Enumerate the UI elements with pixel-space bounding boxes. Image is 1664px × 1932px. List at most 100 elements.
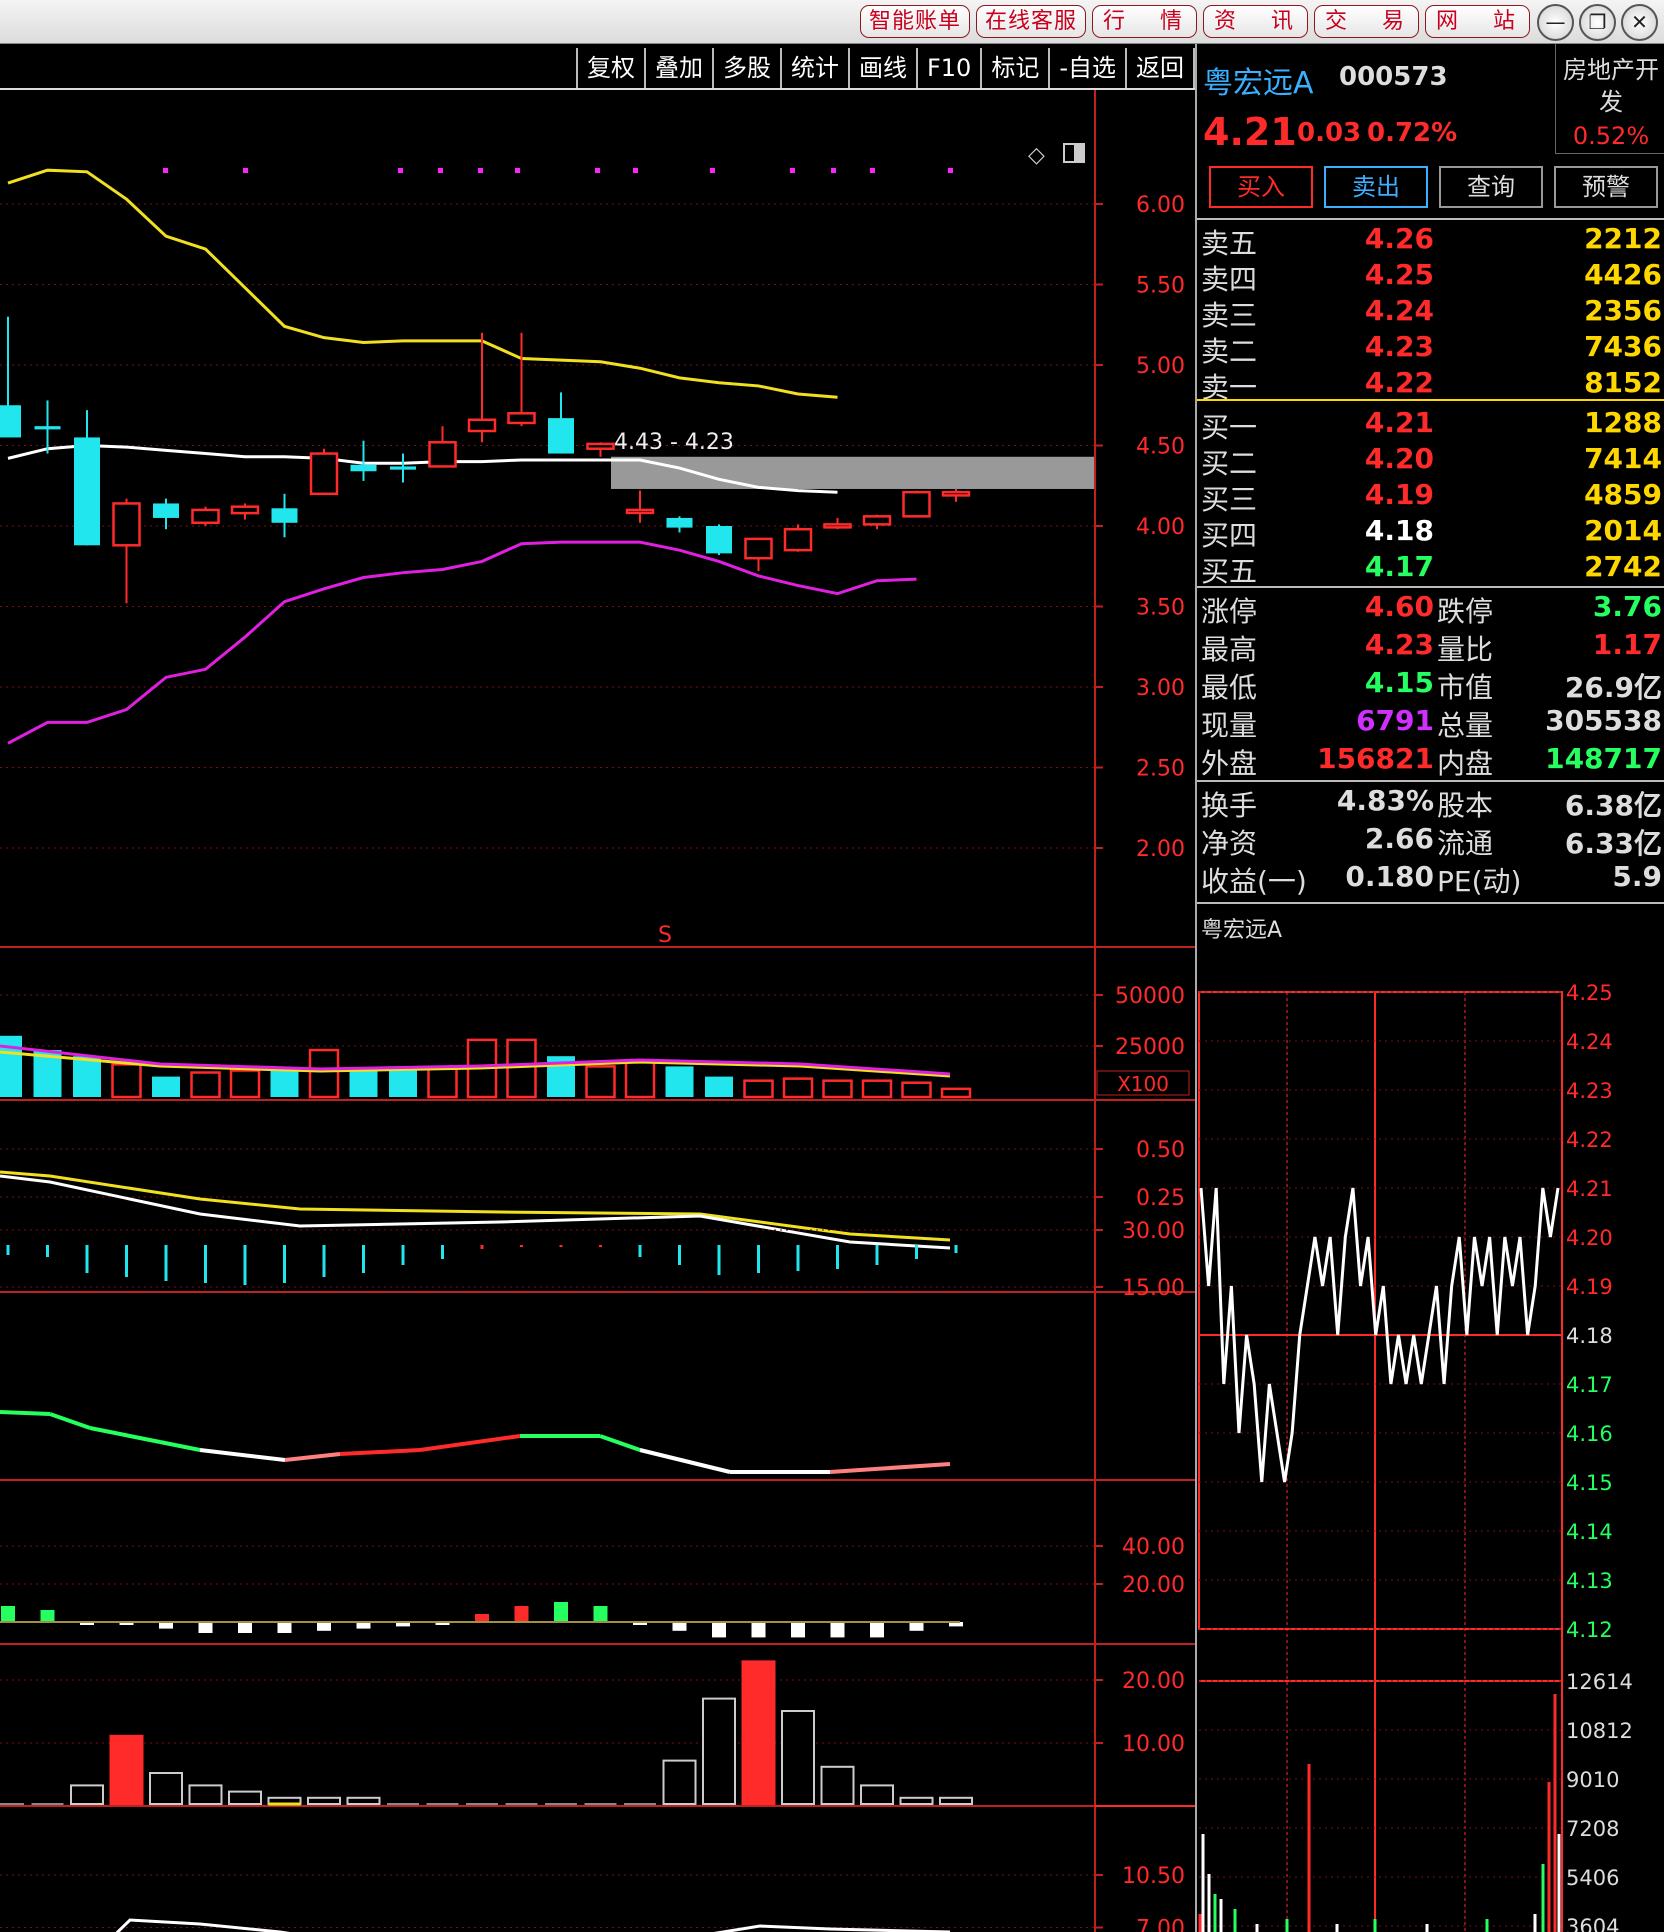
ind4-bar [751, 1622, 766, 1638]
trade-button[interactable]: 交 易 [1314, 5, 1419, 38]
signal-dot [163, 168, 168, 173]
stat-row: 最低 4.15 市值 26.9亿 [1197, 666, 1664, 704]
volume-bar [705, 1076, 733, 1097]
order-row-sell5: 卖五 4.26 2212 [1197, 222, 1664, 260]
intraday-price-label: 4.22 [1566, 1128, 1613, 1152]
order-row-sell1: 卖一 4.22 8152 [1197, 366, 1664, 404]
online-service-button[interactable]: 在线客服 [975, 5, 1086, 38]
candle-body [902, 490, 931, 518]
divider [1197, 902, 1664, 904]
candle-body [271, 508, 298, 523]
candle-body [428, 441, 457, 468]
intraday-price-label: 4.12 [1566, 1618, 1613, 1642]
order-price: 4.20 [1364, 442, 1434, 475]
order-volume: 2212 [1584, 222, 1662, 255]
price-axis-label: 4.50 [1136, 435, 1185, 460]
stat-label: 市值 [1437, 671, 1494, 704]
intraday-price-label: 4.16 [1566, 1422, 1613, 1446]
price-change: 0.03 [1297, 118, 1362, 148]
candle-body [112, 502, 141, 547]
volume-unit: X100 [1117, 1072, 1169, 1096]
intraday-price-label: 4.19 [1566, 1275, 1613, 1299]
ind5-bar [702, 1697, 736, 1805]
kline-chart-area[interactable]: 6.00 5.50 5.00 4.50 4.00 3.50 3.00 2.50 2.00 ◇ 4.4… [0, 44, 1195, 1932]
ind5-bar [820, 1765, 855, 1806]
signal-dot [515, 168, 520, 173]
order-volume: 7414 [1584, 442, 1662, 475]
stat-label: 现量 [1201, 709, 1258, 742]
tool-mark-button[interactable]: 标记 [980, 48, 1048, 88]
tool-draw-button[interactable]: 画线 [847, 48, 916, 88]
stat-value: 148717 [1545, 742, 1662, 775]
signal-dot [633, 168, 638, 173]
tool-stats-button[interactable]: 统计 [779, 48, 848, 88]
volume-bar [111, 1063, 142, 1099]
news-button[interactable]: 资 讯 [1203, 5, 1308, 38]
ind3-line-segment [0, 1410, 51, 1416]
candle-body [744, 537, 773, 560]
sector-name: 房地产开发 [1563, 56, 1659, 116]
volume-bar [190, 1071, 221, 1099]
price-axis-label: 2.00 [1136, 837, 1185, 862]
stat-value: 5.9 [1612, 860, 1662, 893]
intraday-chart[interactable]: 4.25 4.24 4.23 4.22 4.21 4.20 4.19 4.18 4.17 4.16… [1197, 934, 1664, 1932]
macd-axis-label: 0.25 [1136, 1186, 1185, 1211]
ind4-bar [909, 1622, 924, 1631]
intraday-price-label: 4.21 [1566, 1177, 1613, 1201]
candle-body [823, 523, 852, 529]
volume-bar [940, 1087, 972, 1099]
order-row-sell2: 卖二 4.23 7436 [1197, 330, 1664, 368]
market-button[interactable]: 行 情 [1092, 5, 1197, 38]
signal-dot [243, 168, 248, 173]
tool-adjust-button[interactable]: 复权 [575, 48, 644, 88]
signal-dot [948, 168, 953, 173]
divider [1197, 218, 1664, 220]
order-label: 卖三 [1201, 299, 1258, 332]
candle-body [625, 508, 655, 515]
signal-dot [710, 168, 715, 173]
tool-multi-stock-button[interactable]: 多股 [711, 48, 780, 88]
intraday-price-label: 4.25 [1566, 981, 1613, 1005]
buy-button[interactable]: 买入 [1209, 166, 1313, 208]
ind4-axis-label: 40.00 [1122, 1535, 1185, 1560]
order-row-sell4: 卖四 4.25 4426 [1197, 258, 1664, 296]
close-icon[interactable]: ✕ [1621, 4, 1658, 41]
tool-overlay-button[interactable]: 叠加 [643, 48, 712, 88]
website-button[interactable]: 网 站 [1425, 5, 1530, 38]
intraday-price-label: 4.18 [1566, 1324, 1613, 1348]
ind3-line-segment [639, 1448, 731, 1474]
stat-value: 1.17 [1592, 628, 1662, 661]
ind5-bar [307, 1796, 341, 1806]
stat-row: 换手 4.83% 股本 6.38亿 [1197, 784, 1664, 822]
ind3-line-segment [339, 1448, 421, 1456]
intraday-price-label: 4.14 [1566, 1520, 1613, 1544]
intraday-volume-label: 3604 [1566, 1915, 1619, 1932]
candle-body [862, 515, 892, 526]
last-price: 4.21 [1203, 110, 1297, 154]
restore-icon[interactable]: ❐ [1579, 4, 1616, 41]
intraday-volume-label: 5406 [1566, 1866, 1619, 1890]
tool-watchlist-button[interactable]: -自选 [1048, 48, 1125, 88]
bid-ask-divider [1197, 399, 1664, 401]
minimize-icon[interactable]: — [1537, 4, 1574, 41]
ind5-bar [662, 1759, 697, 1805]
volume-bar [349, 1068, 378, 1097]
intraday-price-label: 4.13 [1566, 1569, 1613, 1593]
kline-chart[interactable]: 6.00 5.50 5.00 4.50 4.00 3.50 3.00 2.50 2.00 ◇ 4.4… [0, 44, 1195, 1932]
ind5-bar [70, 1784, 104, 1806]
candle-body [230, 505, 260, 515]
volume-axis-label: 50000 [1115, 984, 1185, 1009]
alert-button[interactable]: 预警 [1554, 166, 1658, 208]
order-volume: 4426 [1584, 258, 1662, 291]
stat-label: 净资 [1201, 827, 1258, 860]
tool-back-button[interactable]: 返回 [1125, 48, 1195, 88]
stat-value: 6791 [1356, 704, 1434, 737]
tool-f10-button[interactable]: F10 [915, 48, 980, 88]
sector-box[interactable]: 房地产开发 0.52% [1555, 44, 1664, 154]
volume-bar [73, 1056, 101, 1097]
query-button[interactable]: 查询 [1439, 166, 1543, 208]
ind3-line-segment [89, 1426, 161, 1444]
intraday-price-label: 4.17 [1566, 1373, 1613, 1397]
smart-bill-button[interactable]: 智能账单 [859, 5, 970, 38]
sell-button[interactable]: 卖出 [1324, 166, 1428, 208]
